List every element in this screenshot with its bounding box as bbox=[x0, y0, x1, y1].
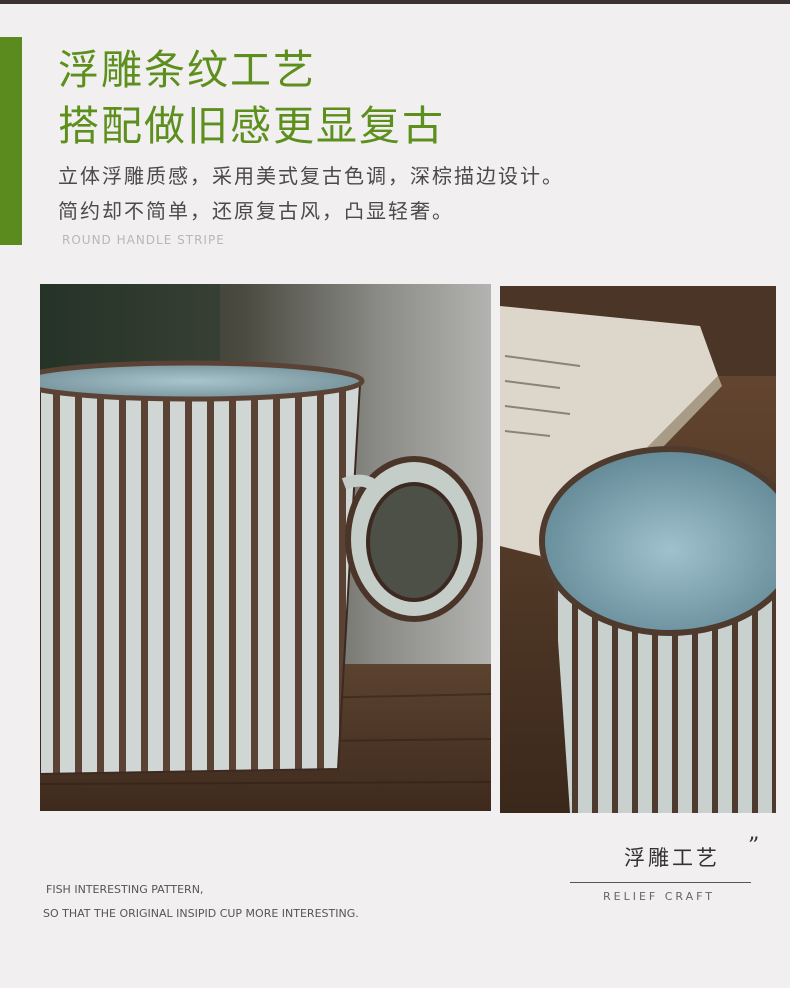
mug-photo-left bbox=[40, 284, 491, 811]
headline-line-1: 浮雕条纹工艺 bbox=[58, 46, 316, 94]
craft-divider bbox=[570, 882, 751, 883]
craft-label-en: RELIEF CRAFT bbox=[603, 890, 715, 903]
headline-line-2: 搭配做旧感更显复古 bbox=[58, 102, 445, 150]
description-line-2: 简约却不简单，还原复古风，凸显轻奢。 bbox=[58, 199, 454, 223]
accent-bar bbox=[0, 37, 22, 245]
craft-label-cn: 浮雕工艺 bbox=[624, 846, 720, 870]
quote-mark: ” bbox=[748, 834, 760, 859]
cup-photo-right bbox=[500, 286, 776, 813]
english-subtitle: ROUND HANDLE STRIPE bbox=[62, 233, 225, 247]
footer-text-line-1: FISH INTERESTING PATTERN, bbox=[46, 883, 204, 896]
top-border-strip bbox=[0, 0, 790, 4]
footer-text-line-2: SO THAT THE ORIGINAL INSIPID CUP MORE IN… bbox=[43, 907, 359, 920]
description-line-1: 立体浮雕质感，采用美式复古色调，深棕描边设计。 bbox=[58, 164, 564, 188]
